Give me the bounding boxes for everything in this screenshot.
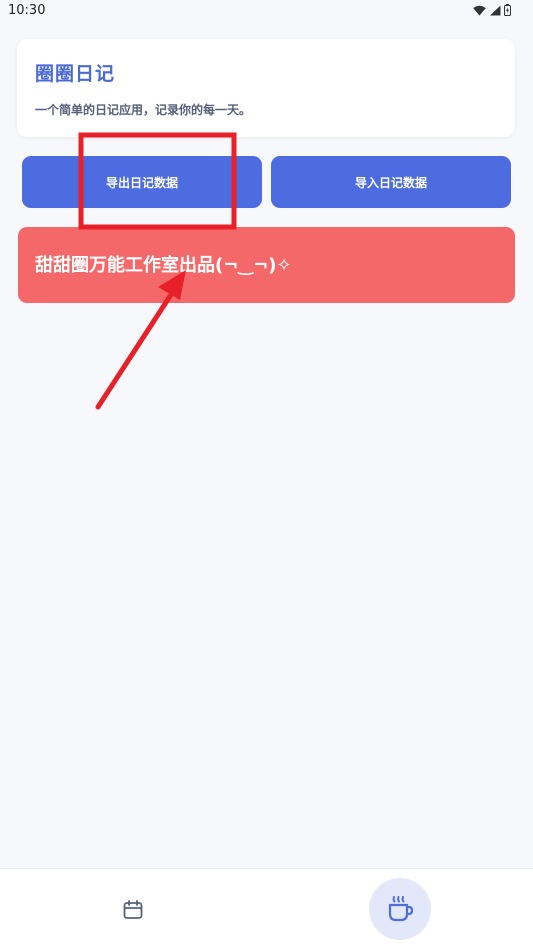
calendar-icon — [123, 900, 143, 919]
diary-app-screen: 10:30 圈圈日记 一个简单的日记应用，记录你的每一天。 导出日记数据 导入日… — [0, 0, 533, 948]
header-card: 圈圈日记 一个简单的日记应用，记录你的每一天。 — [17, 39, 515, 137]
banner-text: 甜甜圈万能工作室出品(¬‿¬)✧ — [35, 255, 292, 276]
studio-banner: 甜甜圈万能工作室出品(¬‿¬)✧ — [18, 227, 515, 303]
status-bar: 10:30 — [0, 0, 533, 22]
annotation-overlay — [78, 132, 237, 410]
import-diary-button[interactable]: 导入日记数据 — [271, 156, 511, 208]
bottom-nav — [0, 868, 533, 948]
nav-calendar[interactable] — [112, 889, 154, 931]
wifi-icon — [473, 5, 486, 15]
app-title: 圈圈日记 — [35, 63, 116, 85]
status-icons — [473, 4, 511, 16]
export-diary-button[interactable]: 导出日记数据 — [22, 156, 262, 208]
pointer-arrow-shaft — [95, 287, 177, 410]
status-time: 10:30 — [8, 3, 46, 18]
coffee-cup-icon — [388, 896, 414, 922]
nav-coffee[interactable] — [369, 878, 431, 940]
app-subtitle: 一个简单的日记应用，记录你的每一天。 — [35, 103, 252, 117]
battery-icon — [504, 4, 511, 16]
cell-signal-icon — [490, 5, 501, 15]
